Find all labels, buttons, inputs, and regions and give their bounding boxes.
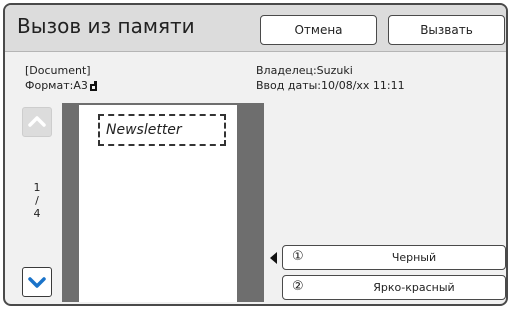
color-label-2: Ярко-красный: [373, 281, 455, 294]
page-total: 4: [33, 207, 41, 220]
triangle-left-icon: [270, 252, 277, 264]
color-label-1: Черный: [391, 251, 437, 264]
page-indicator: 1 / 4: [22, 181, 52, 220]
page-separator: /: [35, 194, 39, 207]
document-info: [Document] Формат:A3: [25, 63, 97, 93]
paper-orientation-icon: [89, 81, 97, 91]
color-drum-2-button[interactable]: ② Ярко-красный: [282, 275, 506, 300]
chevron-up-icon: [28, 116, 46, 127]
cancel-button[interactable]: Отмена: [260, 15, 377, 45]
page-up-button[interactable]: [22, 107, 52, 137]
color-drum-1-button[interactable]: ① Черный: [282, 245, 506, 270]
document-format: Формат:A3: [25, 78, 97, 93]
document-owner: Владелец:Suzuki: [256, 64, 353, 77]
call-button[interactable]: Вызвать: [388, 15, 505, 45]
color-number-2: ②: [292, 279, 304, 294]
page-down-button[interactable]: [22, 267, 52, 297]
document-name: [Document]: [25, 64, 91, 77]
document-date: Ввод даты:10/08/xx 11:11: [256, 79, 405, 92]
chevron-down-icon: [28, 277, 46, 288]
document-meta: Владелец:Suzuki Ввод даты:10/08/xx 11:11: [256, 63, 405, 93]
page-title: Вызов из памяти: [17, 14, 195, 38]
preview-text: Newsletter: [98, 114, 226, 146]
format-label: Формат:A3: [25, 79, 88, 92]
header: Вызов из памяти Отмена Вызвать: [5, 5, 506, 52]
memory-call-dialog: Вызов из памяти Отмена Вызвать [Document…: [3, 3, 508, 306]
page-current: 1: [33, 181, 41, 194]
color-number-1: ①: [292, 249, 304, 264]
